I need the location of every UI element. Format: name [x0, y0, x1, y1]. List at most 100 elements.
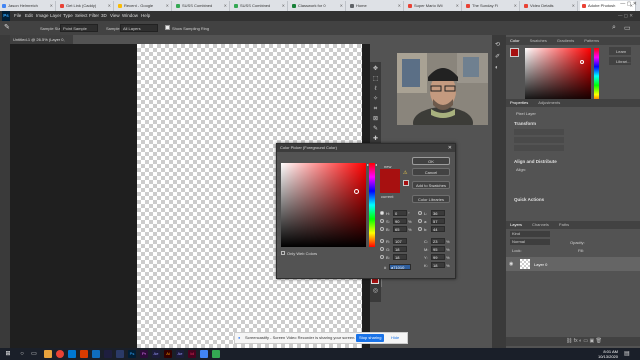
app-icon-5[interactable]: [212, 350, 220, 358]
tab-close-icon[interactable]: ✕: [108, 1, 111, 11]
app-icon-1[interactable]: [104, 350, 112, 358]
stop-sharing-button[interactable]: Stop sharing: [356, 334, 385, 342]
browser-tab[interactable]: Get Link (Caddy) ✕: [58, 1, 114, 11]
premiere-taskbar-icon[interactable]: Pr: [140, 350, 148, 358]
cancel-button[interactable]: Cancel: [412, 168, 450, 176]
frame-tool-icon[interactable]: ⊠: [372, 116, 379, 123]
tab-close-icon[interactable]: ✕: [166, 1, 169, 11]
color-field[interactable]: [525, 48, 591, 104]
tab-adjustments[interactable]: Adjustments: [538, 100, 560, 105]
tab-paths[interactable]: Paths: [559, 222, 569, 227]
y-field[interactable]: 99: [431, 254, 445, 260]
store-icon[interactable]: [68, 350, 76, 358]
dialog-close-icon[interactable]: ✕: [448, 144, 452, 152]
r-field[interactable]: 107: [393, 238, 407, 244]
layer-name[interactable]: Layer 0: [534, 262, 547, 267]
hue-slider[interactable]: [594, 48, 599, 104]
adjustments-icon[interactable]: ◐: [495, 65, 499, 71]
current-color-swatch[interactable]: [380, 181, 400, 193]
transform-angle-field[interactable]: [514, 145, 564, 151]
tab-close-icon[interactable]: ✕: [224, 1, 227, 11]
tab-close-icon[interactable]: ✕: [514, 1, 517, 11]
transform-w-field[interactable]: [514, 129, 564, 135]
lab-b-radio[interactable]: [418, 227, 422, 231]
transform-x-field[interactable]: [514, 137, 564, 143]
browser-tab[interactable]: SUSS Combined ✕: [174, 1, 230, 11]
browser-tab[interactable]: Jason Helmreich ✕: [0, 1, 56, 11]
menu-3d[interactable]: 3D: [101, 11, 107, 21]
hue-slider-left-arrow[interactable]: ▸: [367, 162, 369, 167]
search-icon[interactable]: ⌕: [612, 24, 616, 32]
visibility-eye-icon[interactable]: ◉: [509, 261, 513, 267]
history-icon[interactable]: ⟲: [495, 41, 500, 48]
notifications-icon[interactable]: ▤: [624, 350, 630, 358]
a-radio[interactable]: [418, 219, 422, 223]
h-radio[interactable]: [380, 211, 384, 215]
quick-select-tool-icon[interactable]: ✧: [372, 96, 379, 103]
menu-layer[interactable]: Layer: [50, 11, 61, 21]
browser-tab[interactable]: Recent - Google ✕: [116, 1, 172, 11]
menu-image[interactable]: Image: [36, 11, 49, 21]
app-icon-3[interactable]: Ae: [176, 350, 184, 358]
align-heading[interactable]: Align and Distribute: [514, 159, 557, 164]
tab-patterns[interactable]: Patterns: [584, 38, 599, 43]
b-radio[interactable]: [380, 227, 384, 231]
move-tool-icon[interactable]: ✥: [372, 66, 379, 73]
app-icon-4[interactable]: [200, 350, 208, 358]
layer-kind-filter[interactable]: Kind: [510, 231, 550, 237]
browser-tab[interactable]: Classwork for 0 ✕: [290, 1, 346, 11]
r-radio[interactable]: [380, 239, 384, 243]
out-of-gamut-warning-icon[interactable]: ⚠: [403, 170, 407, 176]
indesign-taskbar-icon[interactable]: Id: [188, 350, 196, 358]
task-view-icon[interactable]: ▭: [30, 350, 38, 358]
lab-b-field[interactable]: 44: [431, 226, 445, 232]
menu-file[interactable]: File: [14, 11, 21, 21]
hex-field[interactable]: a71010: [389, 264, 411, 270]
k-field[interactable]: 18: [431, 262, 445, 268]
tab-close-icon[interactable]: ✕: [282, 1, 285, 11]
crop-tool-icon[interactable]: ⌗: [372, 106, 379, 113]
sample-select[interactable]: All Layers: [120, 24, 158, 32]
menu-select[interactable]: Select: [75, 11, 88, 21]
add-to-swatches-button[interactable]: Add to Swatches: [412, 181, 450, 189]
tab-close-icon[interactable]: ✕: [456, 1, 459, 11]
after-effects-taskbar-icon[interactable]: Ae: [152, 350, 160, 358]
start-icon[interactable]: ⊞: [4, 350, 12, 358]
chrome-icon[interactable]: [56, 350, 64, 358]
tab-close-icon[interactable]: ✕: [572, 1, 575, 11]
sample-size-select[interactable]: Point Sample: [60, 24, 98, 32]
c-field[interactable]: 23: [431, 238, 445, 244]
g-field[interactable]: 18: [393, 246, 407, 252]
hide-button[interactable]: Hide: [391, 333, 399, 343]
libraries-tab[interactable]: Librari...: [609, 57, 631, 65]
only-web-colors-checkbox[interactable]: [281, 251, 285, 255]
color-field-cursor[interactable]: [580, 60, 584, 64]
b-field[interactable]: 65: [393, 226, 407, 232]
lasso-tool-icon[interactable]: ℓ: [372, 86, 379, 93]
tab-color[interactable]: Color: [510, 38, 520, 43]
clock-date[interactable]: 10/13/2020: [590, 354, 618, 359]
browser-tab[interactable]: Super Mario Wii ✕: [406, 1, 462, 11]
menu-type[interactable]: Type: [63, 11, 73, 21]
tab-layers[interactable]: Layers: [510, 222, 522, 227]
saturation-brightness-field[interactable]: [281, 163, 366, 247]
illustrator-taskbar-icon[interactable]: Ai: [164, 350, 172, 358]
g-radio[interactable]: [380, 247, 384, 251]
browser-tab[interactable]: The Sunday Fi ✕: [464, 1, 520, 11]
browser-tab[interactable]: SUSS Combined ✕: [232, 1, 288, 11]
ok-button[interactable]: OK: [412, 157, 450, 165]
brush-settings-icon[interactable]: ✐: [495, 53, 500, 60]
eyedropper-tool-icon[interactable]: ✎: [372, 126, 379, 133]
workspace-icon[interactable]: ▭: [624, 24, 631, 32]
app-icon-2[interactable]: [116, 350, 124, 358]
web-safe-cube-icon[interactable]: [403, 180, 409, 186]
tab-properties[interactable]: Properties: [510, 100, 528, 105]
a-field[interactable]: 57: [431, 218, 445, 224]
menu-filter[interactable]: Filter: [89, 11, 99, 21]
menu-edit[interactable]: Edit: [25, 11, 33, 21]
quick-actions-heading[interactable]: Quick Actions: [514, 197, 544, 202]
tab-swatches[interactable]: Swatches: [530, 38, 547, 43]
l-radio[interactable]: [418, 211, 422, 215]
document-tab[interactable]: Untitled-1 @ 26.5% (Layer 0, RGB/8) *: [10, 35, 73, 51]
tab-gradients[interactable]: Gradients: [557, 38, 574, 43]
